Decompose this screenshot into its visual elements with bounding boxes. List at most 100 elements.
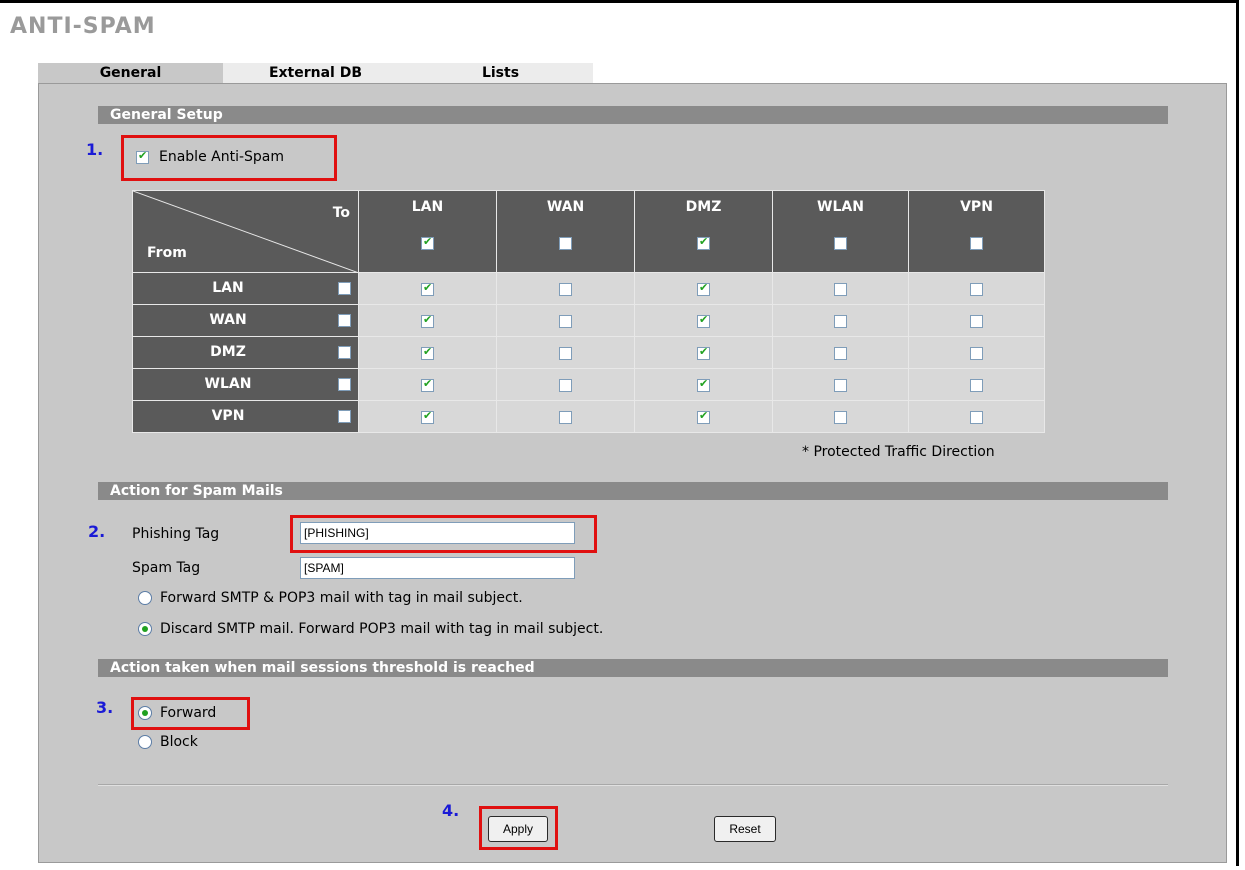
traffic-direction-matrix: To From LAN WAN DMZ WLAN VPN LAN WAN DMZ…	[132, 190, 1045, 433]
matrix-cell	[496, 272, 635, 305]
matrix-cell	[634, 304, 773, 337]
cell-checkbox[interactable]	[421, 377, 434, 392]
cell-checkbox[interactable]	[834, 347, 847, 360]
threshold-block-option[interactable]: Block	[138, 734, 198, 750]
matrix-cell	[772, 336, 909, 369]
row-label: WAN	[209, 312, 247, 328]
row-label: WLAN	[204, 376, 252, 392]
matrix-cell	[358, 304, 497, 337]
cell-checkbox[interactable]	[970, 283, 983, 296]
step-2-marker: 2.	[88, 522, 106, 541]
threshold-forward-label: Forward	[160, 705, 217, 721]
column-label: WAN	[546, 199, 585, 215]
matrix-row-lan: LAN	[132, 272, 1045, 305]
forward-smtp-pop3-option[interactable]: Forward SMTP & POP3 mail with tag in mai…	[138, 590, 523, 606]
matrix-cell	[908, 272, 1045, 305]
step-1-marker: 1.	[86, 140, 104, 159]
column-header-lan: LAN	[358, 190, 497, 273]
matrix-cell	[908, 336, 1045, 369]
column-checkbox-dmz[interactable]	[697, 235, 710, 250]
discard-smtp-label: Discard SMTP mail. Forward POP3 mail wit…	[160, 621, 604, 637]
matrix-corner: To From	[132, 190, 359, 273]
row-label: DMZ	[210, 344, 246, 360]
cell-checkbox[interactable]	[970, 411, 983, 424]
section-threshold-action: Action taken when mail sessions threshol…	[98, 659, 1168, 677]
matrix-row-dmz: DMZ	[132, 336, 1045, 369]
cell-checkbox[interactable]	[970, 347, 983, 360]
cell-checkbox[interactable]	[834, 283, 847, 296]
cell-checkbox[interactable]	[421, 313, 434, 328]
column-checkbox-wlan[interactable]	[834, 236, 847, 250]
matrix-cell	[772, 304, 909, 337]
divider-line	[98, 784, 1168, 786]
row-checkbox-lan[interactable]	[338, 282, 351, 295]
enable-anti-spam-checkbox[interactable]	[136, 149, 149, 164]
column-checkbox-vpn[interactable]	[970, 236, 983, 250]
enable-anti-spam-row: Enable Anti-Spam	[136, 149, 284, 165]
cell-checkbox[interactable]	[834, 411, 847, 424]
column-label: WLAN	[817, 199, 864, 215]
row-label: LAN	[212, 280, 244, 296]
column-checkbox-lan[interactable]	[421, 235, 434, 250]
tab-general[interactable]: General	[38, 63, 223, 83]
row-checkbox-wlan[interactable]	[338, 378, 351, 391]
spam-tag-input[interactable]: [SPAM]	[300, 557, 575, 579]
row-checkbox-dmz[interactable]	[338, 346, 351, 359]
column-checkbox-wan[interactable]	[559, 236, 572, 250]
tab-external-db[interactable]: External DB	[223, 63, 408, 83]
threshold-block-radio[interactable]	[138, 735, 152, 749]
cell-checkbox[interactable]	[421, 409, 434, 424]
protected-traffic-footnote: * Protected Traffic Direction	[802, 444, 995, 460]
cell-checkbox[interactable]	[697, 409, 710, 424]
row-checkbox-wan[interactable]	[338, 314, 351, 327]
cell-checkbox[interactable]	[559, 283, 572, 296]
step-4-marker: 4.	[442, 801, 460, 820]
tab-lists[interactable]: Lists	[408, 63, 593, 83]
discard-smtp-option[interactable]: Discard SMTP mail. Forward POP3 mail wit…	[138, 621, 603, 637]
cell-checkbox[interactable]	[697, 281, 710, 296]
row-header-wlan: WLAN	[132, 368, 359, 401]
phishing-tag-input[interactable]: [PHISHING]	[300, 522, 575, 544]
matrix-cell	[772, 368, 909, 401]
matrix-cell	[772, 272, 909, 305]
threshold-forward-option[interactable]: Forward	[138, 705, 216, 721]
matrix-to-label: To	[332, 205, 350, 221]
matrix-cell	[358, 336, 497, 369]
cell-checkbox[interactable]	[697, 345, 710, 360]
matrix-cell	[634, 368, 773, 401]
step-3-marker: 3.	[96, 698, 114, 717]
cell-checkbox[interactable]	[970, 315, 983, 328]
row-label: VPN	[211, 408, 245, 424]
cell-checkbox[interactable]	[559, 347, 572, 360]
column-label: VPN	[960, 199, 993, 215]
section-spam-action: Action for Spam Mails	[98, 482, 1168, 500]
cell-checkbox[interactable]	[697, 377, 710, 392]
matrix-cell	[908, 368, 1045, 401]
cell-checkbox[interactable]	[697, 313, 710, 328]
threshold-forward-radio[interactable]	[138, 706, 152, 720]
phishing-tag-label: Phishing Tag	[132, 526, 220, 542]
matrix-cell	[634, 336, 773, 369]
matrix-cell	[496, 400, 635, 433]
matrix-row-vpn: VPN	[132, 400, 1045, 433]
discard-smtp-radio[interactable]	[138, 622, 152, 636]
forward-smtp-pop3-radio[interactable]	[138, 591, 152, 605]
cell-checkbox[interactable]	[559, 379, 572, 392]
row-checkbox-vpn[interactable]	[338, 410, 351, 423]
forward-smtp-pop3-label: Forward SMTP & POP3 mail with tag in mai…	[160, 590, 523, 606]
matrix-cell	[496, 336, 635, 369]
apply-button[interactable]: Apply	[488, 816, 548, 842]
cell-checkbox[interactable]	[421, 345, 434, 360]
cell-checkbox[interactable]	[834, 315, 847, 328]
cell-checkbox[interactable]	[559, 411, 572, 424]
reset-button[interactable]: Reset	[714, 816, 776, 842]
column-header-wlan: WLAN	[772, 190, 909, 273]
cell-checkbox[interactable]	[421, 281, 434, 296]
cell-checkbox[interactable]	[559, 315, 572, 328]
cell-checkbox[interactable]	[970, 379, 983, 392]
matrix-cell	[496, 368, 635, 401]
cell-checkbox[interactable]	[834, 379, 847, 392]
matrix-cell	[496, 304, 635, 337]
column-header-wan: WAN	[496, 190, 635, 273]
column-header-vpn: VPN	[908, 190, 1045, 273]
